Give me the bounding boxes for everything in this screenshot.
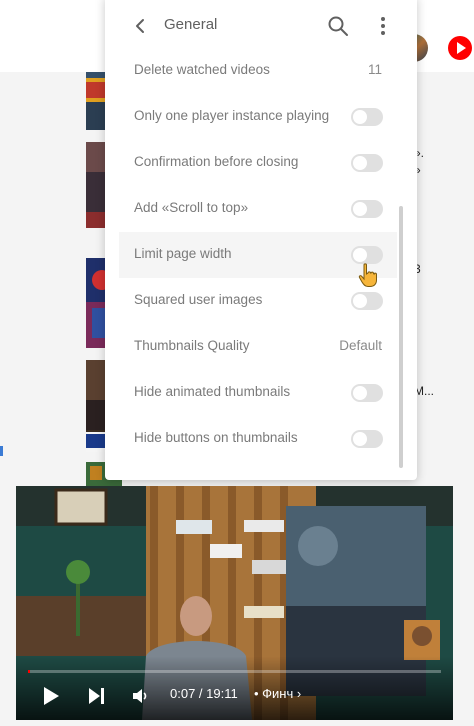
play-icon[interactable] (42, 686, 60, 706)
progress-bar[interactable] (28, 670, 441, 673)
search-icon[interactable] (327, 15, 349, 37)
mini-player[interactable]: 0:07 / 19:11 • Финч › (16, 486, 453, 720)
toggle-knob (353, 202, 367, 216)
setting-hide-buttons-on-thumbnails[interactable]: Hide buttons on thumbnails (119, 416, 397, 462)
toggle-knob (353, 386, 367, 400)
video-title-fragment[interactable]: М... (414, 384, 434, 398)
settings-list: Delete watched videos 11 Only one player… (119, 48, 397, 468)
setting-label: Hide animated thumbnails (134, 384, 291, 399)
screen: ». » 3 М... General Delete watched video… (0, 0, 474, 726)
toggle-switch[interactable] (351, 292, 383, 310)
setting-one-player-instance[interactable]: Only one player instance playing (119, 94, 397, 140)
chapter-label[interactable]: • Финч › (254, 686, 301, 701)
page-bottom (0, 720, 474, 726)
time-display: 0:07 / 19:11 (170, 686, 238, 701)
progress-fill (28, 670, 31, 673)
setting-label: Confirmation before closing (134, 154, 299, 169)
setting-label: Add «Scroll to top» (134, 200, 249, 215)
toggle-knob (353, 248, 367, 262)
toggle-switch[interactable] (351, 108, 383, 126)
setting-hide-animated-thumbnails[interactable]: Hide animated thumbnails (119, 370, 397, 416)
setting-label: Only one player instance playing (134, 108, 330, 123)
toggle-switch[interactable] (351, 430, 383, 448)
scrollbar[interactable] (399, 206, 403, 468)
setting-thumbnails-quality[interactable]: Thumbnails Quality Default (119, 324, 397, 370)
settings-panel: General Delete watched videos 11 Only on… (105, 0, 417, 480)
setting-label: Hide buttons on thumbnails (134, 430, 298, 445)
setting-delete-watched-videos[interactable]: Delete watched videos 11 (119, 48, 397, 94)
setting-label: Squared user images (134, 292, 263, 307)
hand-pointer-icon (358, 263, 377, 287)
setting-confirmation-before-closing[interactable]: Confirmation before closing (119, 140, 397, 186)
toggle-switch[interactable] (351, 200, 383, 218)
toggle-knob (353, 432, 367, 446)
setting-value[interactable]: Default (339, 338, 382, 353)
toggle-knob (353, 156, 367, 170)
setting-label: Delete watched videos (134, 62, 270, 77)
setting-label: Thumbnails Quality (134, 338, 250, 353)
panel-title: General (164, 16, 218, 33)
more-vertical-icon[interactable] (373, 15, 393, 37)
youtube-logo-icon[interactable] (448, 36, 472, 60)
setting-value[interactable]: 11 (368, 62, 382, 77)
volume-icon[interactable] (132, 687, 150, 705)
toggle-switch[interactable] (351, 154, 383, 172)
toggle-knob (353, 294, 367, 308)
toggle-switch[interactable] (351, 384, 383, 402)
toggle-knob (353, 110, 367, 124)
skip-next-icon[interactable] (88, 686, 106, 706)
edge-indicator (0, 446, 3, 456)
setting-scroll-to-top[interactable]: Add «Scroll to top» (119, 186, 397, 232)
arrow-left-icon[interactable] (131, 16, 151, 36)
setting-label: Limit page width (134, 246, 232, 261)
